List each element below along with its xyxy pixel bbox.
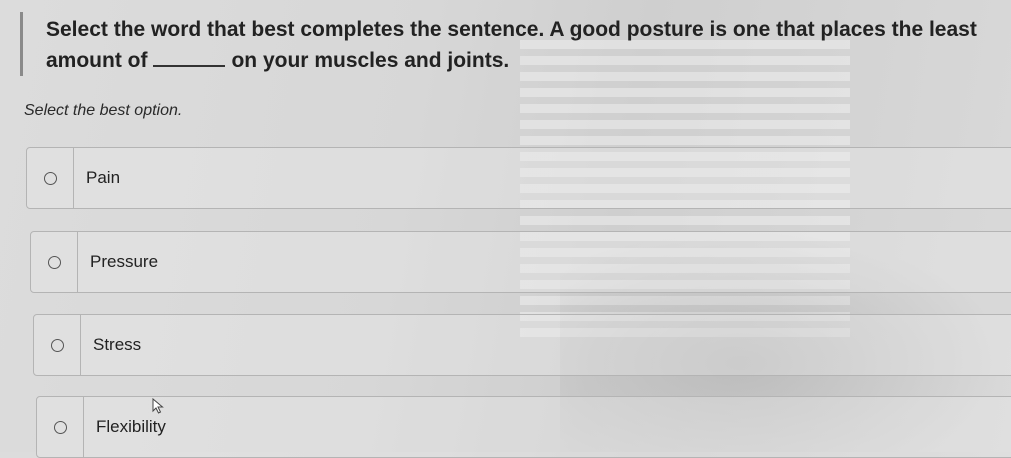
radio-cell xyxy=(37,397,84,457)
option-pain[interactable]: Pain xyxy=(26,147,1011,209)
option-label: Pain xyxy=(86,168,121,187)
question-text: Select the word that best completes the … xyxy=(46,14,986,76)
option-stress[interactable]: Stress xyxy=(33,314,1011,376)
option-label: Pressure xyxy=(90,252,159,271)
radio-cell xyxy=(31,232,78,292)
radio-cell xyxy=(34,315,81,375)
question-accent-bar xyxy=(20,12,23,76)
radio-button[interactable] xyxy=(47,255,61,269)
option-flexibility[interactable]: Flexibility xyxy=(36,396,1011,458)
radio-cell xyxy=(27,148,74,208)
option-label: Stress xyxy=(93,335,142,354)
option-pressure[interactable]: Pressure xyxy=(30,231,1011,293)
mouse-cursor-icon xyxy=(152,398,164,414)
radio-button[interactable] xyxy=(53,420,67,434)
option-label: Flexibility xyxy=(96,417,166,436)
answer-blank xyxy=(153,47,226,67)
instruction-text: Select the best option. xyxy=(24,102,183,119)
radio-button[interactable] xyxy=(50,338,64,352)
radio-button[interactable] xyxy=(43,171,57,185)
question-part2: on your muscles and joints. xyxy=(231,49,510,72)
